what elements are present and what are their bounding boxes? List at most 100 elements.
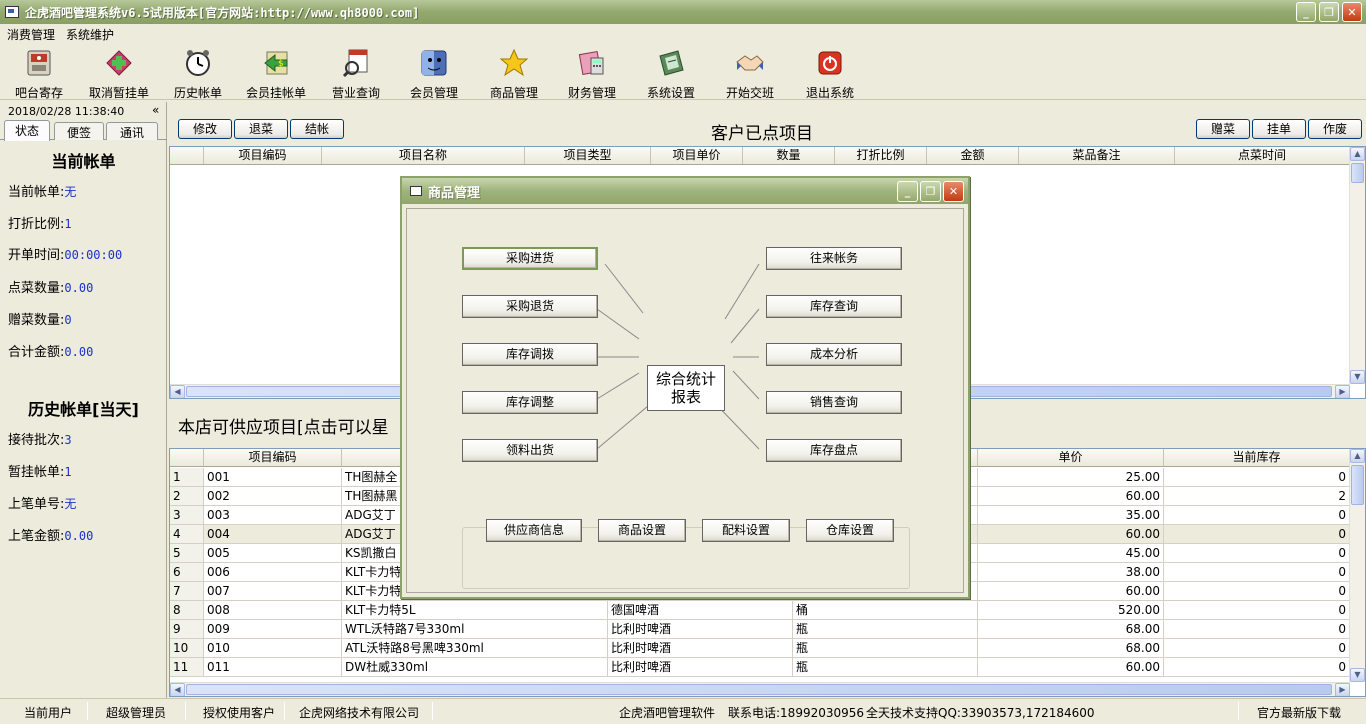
cell-code: 001 xyxy=(204,468,342,486)
purchase-return-button[interactable]: 采购退货 xyxy=(462,295,598,318)
discount-row: 打折比例:1 xyxy=(8,217,72,232)
system-settings-button[interactable]: 系统设置 xyxy=(636,48,706,101)
col-remark[interactable]: 菜品备注 xyxy=(1019,147,1175,164)
cell-unit: 瓶 xyxy=(793,658,978,676)
collapse-panel-button[interactable]: « xyxy=(152,103,159,117)
current-bill-row: 当前帐单:无 xyxy=(8,185,77,200)
scroll-thumb[interactable] xyxy=(1351,163,1364,183)
cell-no: 9 xyxy=(170,620,204,638)
cell-price: 60.00 xyxy=(978,525,1164,543)
menu-system-maintenance[interactable]: 系统维护 xyxy=(66,26,114,43)
bar-storage-button[interactable]: 吧台寄存 xyxy=(4,48,74,101)
warehouse-settings-button[interactable]: 仓库设置 xyxy=(806,519,894,542)
start-shift-button[interactable]: 开始交班 xyxy=(715,48,785,101)
col-discount[interactable]: 打折比例 xyxy=(835,147,927,164)
tab-communication[interactable]: 通讯 xyxy=(106,122,158,140)
cell-stock: 0 xyxy=(1164,601,1350,619)
download-link[interactable]: 官方最新版下载 xyxy=(1257,704,1341,721)
col-supply-price[interactable]: 单价 xyxy=(978,449,1164,466)
cell-no: 7 xyxy=(170,582,204,600)
sales-query-button[interactable]: 销售查询 xyxy=(766,391,902,414)
col-supply-code[interactable]: 项目编码 xyxy=(204,449,342,466)
col-name[interactable]: 项目名称 xyxy=(322,147,525,164)
goods-management-button[interactable]: 商品管理 xyxy=(479,48,549,101)
stock-adjust-button[interactable]: 库存调整 xyxy=(462,391,598,414)
finance-management-button[interactable]: 财务管理 xyxy=(557,48,627,101)
tech-support: 全天技术支持QQ:33903573,172184600 xyxy=(866,706,1095,720)
left-panel: 2018/02/28 11:38:40 « 状态 便签 通讯 当前帐单 当前帐单… xyxy=(0,102,167,698)
scroll-up-icon[interactable]: ▲ xyxy=(1350,449,1365,463)
exit-system-button[interactable]: 退出系统 xyxy=(795,48,865,101)
supply-vscroll[interactable]: ▲ ▼ xyxy=(1349,449,1365,682)
col-order-time[interactable]: 点菜时间 xyxy=(1175,147,1350,164)
table-row[interactable]: 9 009 WTL沃特路7号330ml 比利时啤酒瓶 68.00 0 xyxy=(170,620,1350,639)
accounts-button[interactable]: 往来帐务 xyxy=(766,247,902,270)
dialog-close-button[interactable]: ✕ xyxy=(943,181,964,202)
material-out-button[interactable]: 领料出货 xyxy=(462,439,598,462)
table-row[interactable]: 10 010 ATL沃特路8号黑啤330ml 比利时啤酒瓶 68.00 0 xyxy=(170,639,1350,658)
cell-unit: 桶 xyxy=(793,601,978,619)
window-title: 企虎酒吧管理系统v6.5试用版本[官方网站:http://www.qh8000.… xyxy=(25,5,420,20)
history-bill-button[interactable]: 历史帐单 xyxy=(163,48,233,101)
col-code[interactable]: 项目编码 xyxy=(204,147,322,164)
cancel-hold-button[interactable]: 取消暂挂单 xyxy=(84,48,154,101)
business-query-button[interactable]: 营业查询 xyxy=(321,48,391,101)
cell-no: 6 xyxy=(170,563,204,581)
history-heading: 历史帐单[当天] xyxy=(28,400,139,419)
modify-button[interactable]: 修改 xyxy=(178,119,232,139)
scroll-down-icon[interactable]: ▼ xyxy=(1350,370,1365,384)
scroll-left-icon[interactable]: ◀ xyxy=(170,385,185,398)
tab-notes[interactable]: 便签 xyxy=(54,122,104,140)
toolbar: 吧台寄存 取消暂挂单 历史帐单 $ 会员挂帐单 营业查询 会员管理 商品管理 财… xyxy=(0,44,1366,100)
scroll-right-icon[interactable]: ▶ xyxy=(1335,683,1350,696)
scroll-down-icon[interactable]: ▼ xyxy=(1350,668,1365,682)
contact-phone: 联系电话:18992030956 xyxy=(728,706,865,720)
stock-query-button[interactable]: 库存查询 xyxy=(766,295,902,318)
member-management-button[interactable]: 会员管理 xyxy=(399,48,469,101)
scroll-thumb[interactable] xyxy=(1351,465,1364,505)
hscroll-thumb[interactable] xyxy=(186,684,1332,695)
col-quantity[interactable]: 数量 xyxy=(743,147,835,164)
reception-row: 接待批次:3 xyxy=(8,433,72,448)
col-supply-stock[interactable]: 当前库存 xyxy=(1164,449,1350,466)
cell-code: 005 xyxy=(204,544,342,562)
minimize-button[interactable]: _ xyxy=(1296,2,1316,22)
stock-count-button[interactable]: 库存盘点 xyxy=(766,439,902,462)
scroll-left-icon[interactable]: ◀ xyxy=(170,683,185,696)
safe-icon xyxy=(24,48,54,78)
dialog-minimize-button[interactable]: _ xyxy=(897,181,918,202)
ingredient-settings-button[interactable]: 配料设置 xyxy=(702,519,790,542)
business-query-icon xyxy=(341,48,371,78)
maximize-button[interactable]: ❐ xyxy=(1319,2,1339,22)
tab-status[interactable]: 状态 xyxy=(4,120,50,141)
supplier-info-button[interactable]: 供应商信息 xyxy=(486,519,582,542)
cell-stock: 0 xyxy=(1164,544,1350,562)
stock-transfer-button[interactable]: 库存调拨 xyxy=(462,343,598,366)
purchase-in-button[interactable]: 采购进货 xyxy=(462,247,598,270)
cell-stock: 0 xyxy=(1164,525,1350,543)
goods-settings-button[interactable]: 商品设置 xyxy=(598,519,686,542)
col-amount[interactable]: 金额 xyxy=(927,147,1019,164)
table-row[interactable]: 8 008 KLT卡力特5L 德国啤酒桶 520.00 0 xyxy=(170,601,1350,620)
last-amount-row: 上笔金额:0.00 xyxy=(8,529,94,544)
return-dish-button[interactable]: 退菜 xyxy=(234,119,288,139)
hold-bill-button[interactable]: 挂单 xyxy=(1252,119,1306,139)
cell-price: 60.00 xyxy=(978,582,1164,600)
scroll-up-icon[interactable]: ▲ xyxy=(1350,147,1365,161)
member-credit-button[interactable]: $ 会员挂帐单 xyxy=(241,48,311,101)
dialog-maximize-button[interactable]: ❐ xyxy=(920,181,941,202)
supply-hscroll[interactable]: ◀ ▶ xyxy=(170,682,1350,696)
void-button[interactable]: 作废 xyxy=(1308,119,1362,139)
summary-report-button[interactable]: 综合统计 报表 xyxy=(647,365,725,411)
gift-dish-button[interactable]: 赠菜 xyxy=(1196,119,1250,139)
col-type[interactable]: 项目类型 xyxy=(525,147,651,164)
ordered-vscroll[interactable]: ▲ ▼ xyxy=(1349,147,1365,384)
cost-analysis-button[interactable]: 成本分析 xyxy=(766,343,902,366)
close-button[interactable]: ✕ xyxy=(1342,2,1362,22)
table-row[interactable]: 11 011 DW杜威330ml 比利时啤酒瓶 60.00 0 xyxy=(170,658,1350,677)
menu-consumption[interactable]: 消费管理 xyxy=(7,26,55,43)
checkout-button[interactable]: 结帐 xyxy=(290,119,344,139)
col-unit-price[interactable]: 项目单价 xyxy=(651,147,743,164)
cell-name: DW杜威330ml xyxy=(342,658,608,676)
scroll-right-icon[interactable]: ▶ xyxy=(1335,385,1350,398)
